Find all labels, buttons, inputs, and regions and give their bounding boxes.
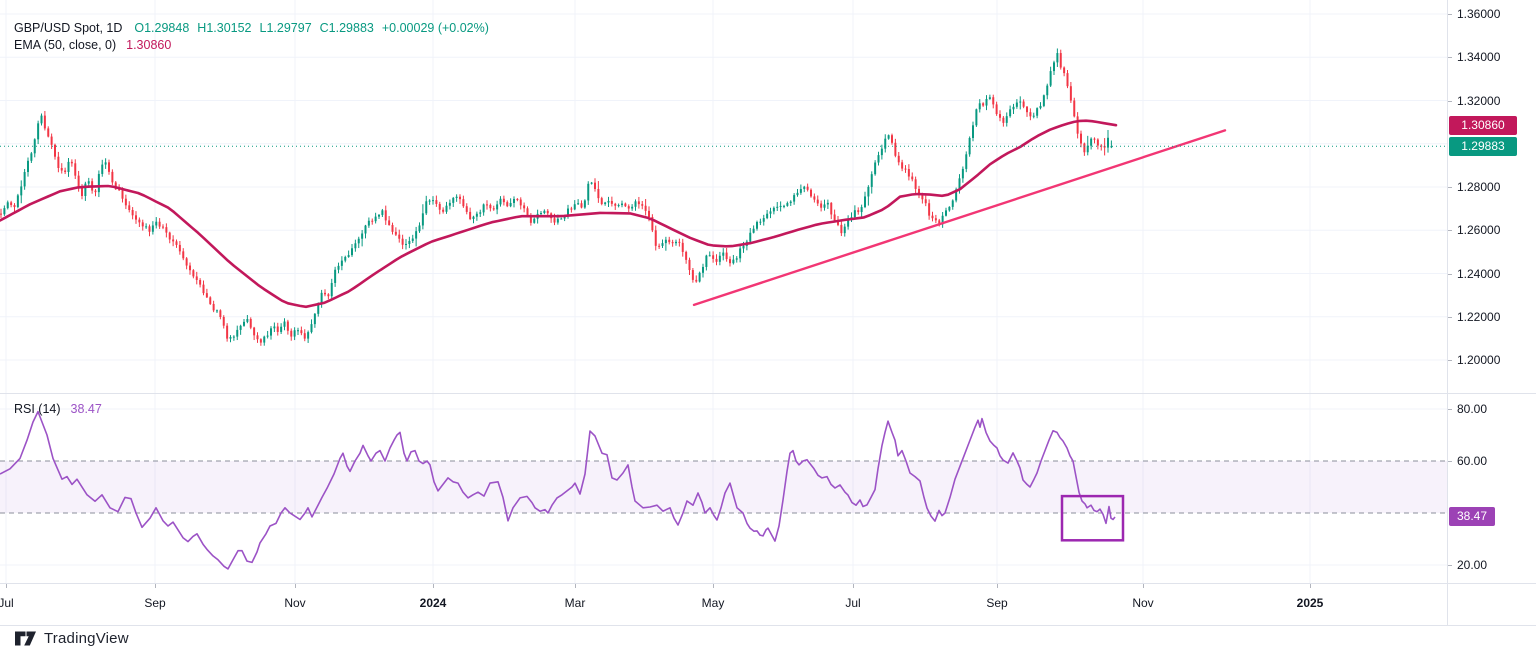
ema-indicator-value: 1.30860 xyxy=(126,38,171,52)
time-tick-mark xyxy=(997,584,998,588)
ema-legend-row[interactable]: EMA (50, close, 0) 1.30860 xyxy=(14,37,497,54)
tradingview-attribution[interactable]: TradingView xyxy=(14,630,129,647)
rsi-axis-label: 60.00 xyxy=(1457,454,1487,468)
time-axis-scale[interactable]: Jul Sep Nov 2024 Mar May Jul Sep Nov 2025 xyxy=(0,584,1447,625)
time-axis-label: Mar xyxy=(565,596,586,610)
footer-separator xyxy=(0,625,1536,626)
time-tick-mark xyxy=(853,584,854,588)
axis-tick-mark xyxy=(1448,187,1452,188)
time-axis-label: May xyxy=(702,596,725,610)
price-axis-scale[interactable]: 1.30860 1.29883 38.47 1.36000 1.34000 1.32… xyxy=(1448,0,1536,625)
symbol-title: GBP/USD Spot, 1D xyxy=(14,21,122,35)
tradingview-chart-window: GBP/USD Spot, 1D O1.29848 H1.30152 L1.29797… xyxy=(0,0,1536,658)
axis-tick-mark xyxy=(1448,565,1452,566)
time-tick-mark xyxy=(1310,584,1311,588)
axis-tick-mark xyxy=(1448,14,1452,15)
axis-tick-mark xyxy=(1448,274,1452,275)
time-axis-label: 2024 xyxy=(420,596,447,610)
candlestick-series xyxy=(0,48,1112,345)
price-axis-label: 1.28000 xyxy=(1457,180,1500,194)
ema-price-badge: 1.30860 xyxy=(1449,116,1517,135)
time-tick-mark xyxy=(295,584,296,588)
price-axis-label: 1.26000 xyxy=(1457,223,1500,237)
time-axis-label: Jul xyxy=(845,596,860,610)
time-tick-mark xyxy=(6,584,7,588)
rsi-band-fill xyxy=(0,461,1447,513)
price-axis-label: 1.20000 xyxy=(1457,353,1500,367)
time-axis-label: Jul xyxy=(0,596,14,610)
tradingview-brand-text: TradingView xyxy=(44,630,129,647)
ohlc-close: C1.29883 xyxy=(320,21,374,35)
price-axis-label: 1.36000 xyxy=(1457,7,1500,21)
rsi-legend-row[interactable]: RSI (14) 38.47 xyxy=(14,402,102,416)
price-gridlines xyxy=(0,0,1447,393)
ohlc-high: H1.30152 xyxy=(197,21,251,35)
price-scale-separator xyxy=(1447,0,1448,625)
rsi-pane-chart[interactable] xyxy=(0,393,1447,583)
rsi-axis-label: 80.00 xyxy=(1457,402,1487,416)
rsi-axis-label: 20.00 xyxy=(1457,558,1487,572)
rsi-indicator-label: RSI (14) xyxy=(14,402,61,416)
ascending-trendline[interactable] xyxy=(694,130,1225,305)
price-pane-chart[interactable] xyxy=(0,0,1447,393)
axis-tick-mark xyxy=(1448,317,1452,318)
time-tick-mark xyxy=(713,584,714,588)
time-axis-label: Nov xyxy=(1132,596,1153,610)
symbol-legend-row[interactable]: GBP/USD Spot, 1D O1.29848 H1.30152 L1.29797… xyxy=(14,20,497,37)
time-tick-mark xyxy=(1143,584,1144,588)
rsi-indicator-value: 38.47 xyxy=(71,402,102,416)
price-axis-label: 1.22000 xyxy=(1457,310,1500,324)
chart-legend: GBP/USD Spot, 1D O1.29848 H1.30152 L1.29797… xyxy=(14,20,497,54)
ema-50-line[interactable] xyxy=(0,121,1116,307)
tradingview-logo-icon xyxy=(14,630,37,647)
time-axis-separator xyxy=(0,583,1536,584)
time-axis-label: Sep xyxy=(144,596,165,610)
time-tick-mark xyxy=(575,584,576,588)
pane-separator[interactable] xyxy=(0,393,1536,394)
ema-indicator-label: EMA (50, close, 0) xyxy=(14,38,116,52)
ohlc-low: L1.29797 xyxy=(260,21,312,35)
time-tick-mark xyxy=(433,584,434,588)
time-axis-label: Nov xyxy=(284,596,305,610)
axis-tick-mark xyxy=(1448,461,1452,462)
price-axis-label: 1.24000 xyxy=(1457,267,1500,281)
rsi-value-badge: 38.47 xyxy=(1449,507,1495,526)
change-value: +0.00029 (+0.02%) xyxy=(382,21,489,35)
time-axis-label: Sep xyxy=(986,596,1007,610)
time-tick-mark xyxy=(155,584,156,588)
ohlc-open: O1.29848 xyxy=(134,21,189,35)
axis-tick-mark xyxy=(1448,101,1452,102)
axis-tick-mark xyxy=(1448,230,1452,231)
axis-tick-mark xyxy=(1448,360,1452,361)
axis-tick-mark xyxy=(1448,409,1452,410)
price-axis-label: 1.32000 xyxy=(1457,94,1500,108)
last-price-badge: 1.29883 xyxy=(1449,137,1517,156)
axis-tick-mark xyxy=(1448,57,1452,58)
time-axis-label: 2025 xyxy=(1297,596,1324,610)
price-axis-label: 1.34000 xyxy=(1457,50,1500,64)
